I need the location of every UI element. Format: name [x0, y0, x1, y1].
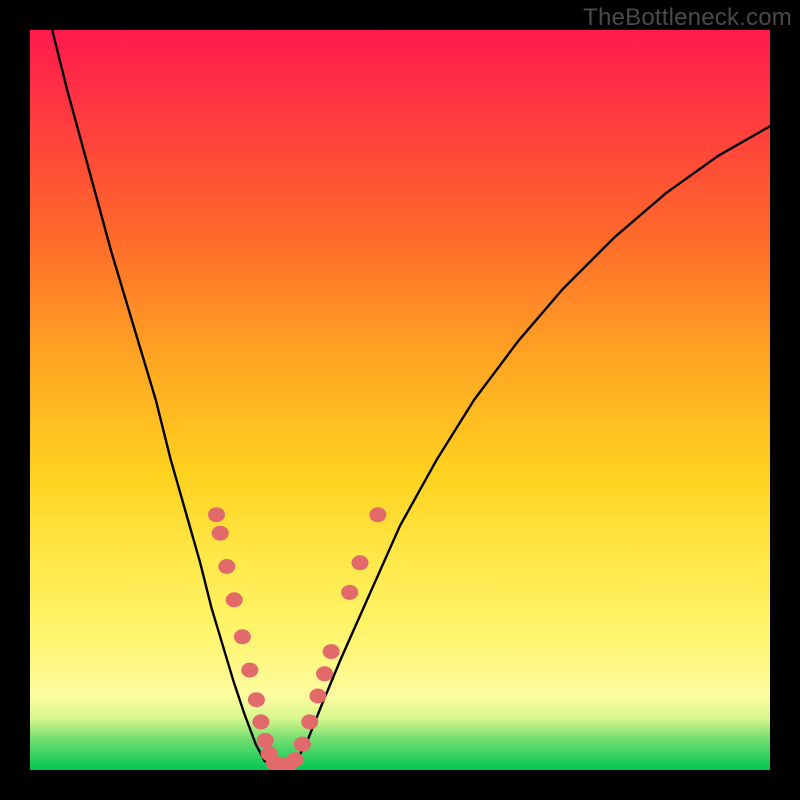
- marker-group: [208, 507, 386, 770]
- highlight-dot: [316, 666, 333, 681]
- highlight-dot: [234, 629, 251, 644]
- highlight-dot: [248, 692, 265, 707]
- highlight-dot: [218, 559, 235, 574]
- highlight-dot: [341, 585, 358, 600]
- highlight-dot: [309, 689, 326, 704]
- highlight-dot: [352, 555, 369, 570]
- chart-svg: [30, 30, 770, 770]
- highlight-dot: [286, 752, 303, 767]
- plot-area: [30, 30, 770, 770]
- highlight-dot: [241, 663, 258, 678]
- chart-frame: TheBottleneck.com: [0, 0, 800, 800]
- highlight-dot: [226, 592, 243, 607]
- highlight-dot: [301, 714, 318, 729]
- curve-group: [52, 30, 770, 766]
- watermark-text: TheBottleneck.com: [583, 4, 792, 32]
- highlight-dot: [294, 737, 311, 752]
- highlight-dot: [212, 526, 229, 541]
- highlight-dot: [208, 507, 225, 522]
- highlight-dot: [257, 733, 274, 748]
- bottleneck-curve: [52, 30, 770, 766]
- highlight-dot: [252, 714, 269, 729]
- highlight-dot: [323, 644, 340, 659]
- highlight-dot: [369, 507, 386, 522]
